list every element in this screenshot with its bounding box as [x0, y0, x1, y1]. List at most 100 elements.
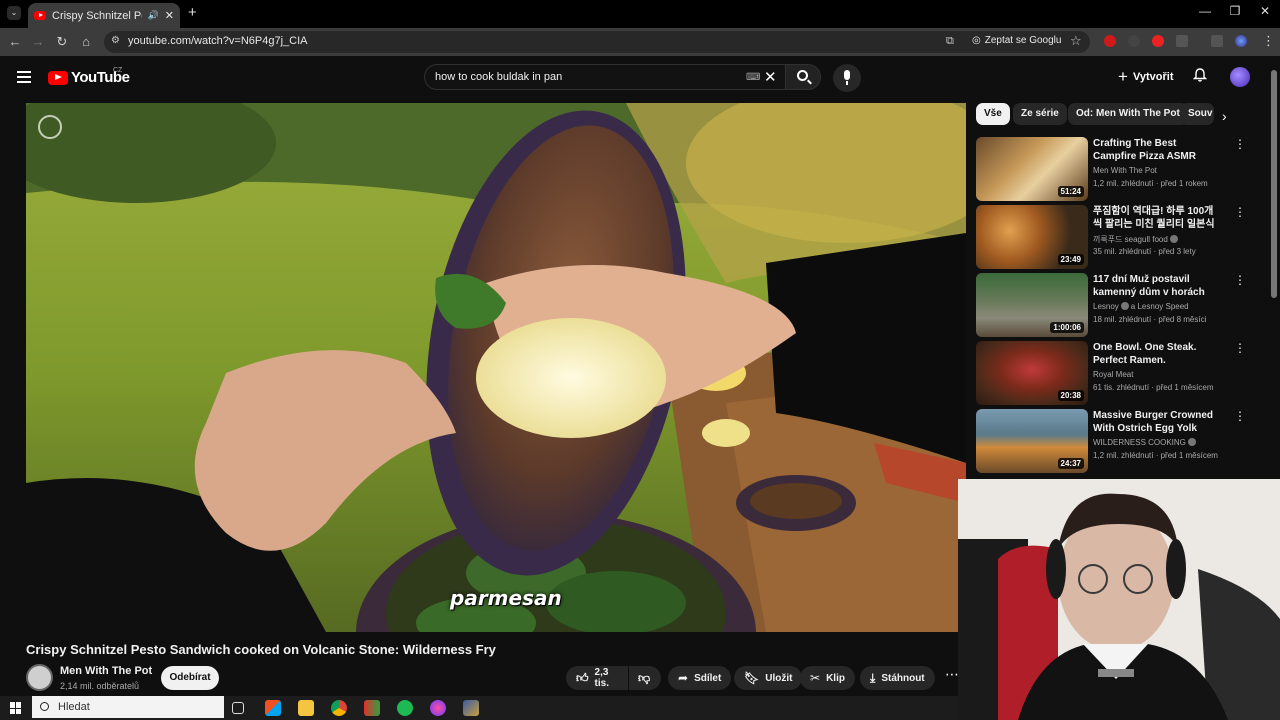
recommendation-item[interactable]: 51:24 Crafting The Best Campfire Pizza A…: [976, 137, 1266, 201]
download-label: Stáhnout: [881, 672, 925, 684]
chip-all[interactable]: Vše: [976, 103, 1010, 125]
dislike-button[interactable]: 👎︎: [629, 666, 661, 690]
back-icon[interactable]: ←: [7, 34, 23, 50]
recommendation-meta: 18 mil. zhlédnutí · před 8 měsíci: [1093, 315, 1207, 324]
voice-search-button[interactable]: [833, 64, 861, 92]
messenger-icon[interactable]: [430, 700, 446, 716]
recommendation-channel[interactable]: Men With The Pot: [1093, 166, 1157, 175]
recommendation-item[interactable]: 23:49 푸짐함이 역대급! 하루 100개씩 팔리는 미친 퀄리티 일본식 …: [976, 205, 1266, 269]
recommendation-menu-icon[interactable]: ⋮: [1234, 409, 1246, 423]
account-avatar[interactable]: [1230, 67, 1250, 87]
recommendation-channel-row: WILDERNESS COOKING: [1093, 438, 1198, 447]
tab-title: Crispy Schnitzel Pesto Sand: [52, 9, 142, 22]
chip-related[interactable]: Souv: [1180, 103, 1214, 125]
extension-feather-icon[interactable]: [1128, 35, 1140, 47]
recommendation-item[interactable]: 20:38 One Bowl. One Steak. Perfect Ramen…: [976, 341, 1266, 405]
reload-icon[interactable]: ↻: [54, 34, 70, 50]
extension-red-icon[interactable]: [1104, 35, 1116, 47]
recommendation-title[interactable]: One Bowl. One Steak. Perfect Ramen.: [1093, 341, 1221, 367]
video-thumbnail[interactable]: 20:38: [976, 341, 1088, 405]
recommendation-item[interactable]: 1:00:06 117 dní Muž postavil kamenný dům…: [976, 273, 1266, 337]
create-button[interactable]: + Vytvořit: [1118, 67, 1173, 87]
chrome-icon[interactable]: [331, 700, 347, 716]
recommendation-item[interactable]: 24:37 Massive Burger Crowned With Ostric…: [976, 409, 1266, 473]
close-window-icon[interactable]: ✕: [1250, 4, 1280, 18]
video-thumbnail[interactable]: 51:24: [976, 137, 1088, 201]
channel-name[interactable]: Men With The Pot: [60, 665, 152, 677]
recommendation-title[interactable]: 푸짐함이 역대급! 하루 100개씩 팔리는 미친 퀄리티 일본식 치...: [1093, 205, 1221, 231]
forward-icon[interactable]: →: [30, 34, 46, 50]
profile-avatar-icon[interactable]: [1235, 35, 1247, 47]
recommendation-channel[interactable]: Royal Meat: [1093, 370, 1133, 379]
channel-avatar[interactable]: [26, 664, 53, 691]
recommendation-title[interactable]: Crafting The Best Campfire Pizza ASMR Co…: [1093, 137, 1221, 163]
chip-from-channel[interactable]: Od: Men With The Pot: [1068, 103, 1188, 125]
install-app-icon[interactable]: ⧉: [946, 35, 954, 48]
tab-list-icon[interactable]: ⌄: [7, 6, 21, 20]
browser-tab-active[interactable]: Crispy Schnitzel Pesto Sand 🔊 ✕: [28, 3, 180, 28]
verified-badge-icon: [1187, 438, 1196, 446]
bookmark-icon: 🔖︎: [744, 671, 760, 685]
ask-google-button[interactable]: ◎ Zeptat se Googlu: [972, 35, 1061, 46]
clip-button[interactable]: ✂ Klip: [800, 666, 855, 690]
search-button[interactable]: [785, 64, 821, 90]
more-actions-icon[interactable]: ⋯: [945, 666, 959, 683]
recommendation-title[interactable]: Massive Burger Crowned With Ostrich Egg …: [1093, 409, 1221, 435]
share-button[interactable]: ➦ Sdílet: [668, 666, 732, 690]
extensions-puzzle-icon[interactable]: [1176, 35, 1188, 47]
app-red-icon[interactable]: [364, 700, 380, 716]
taskbar-search-placeholder: Hledat: [58, 701, 90, 713]
search-input-value[interactable]: how to cook buldak in pan: [435, 71, 562, 83]
recommendation-channel[interactable]: 끼룩푸드 seagull food: [1093, 235, 1168, 244]
hamburger-menu-icon[interactable]: [17, 71, 31, 83]
search-input[interactable]: how to cook buldak in pan ⌨ ✕: [424, 64, 786, 90]
recommendation-channel[interactable]: Lesnoy: [1093, 302, 1119, 311]
recommendation-menu-icon[interactable]: ⋮: [1234, 205, 1246, 219]
recommendation-menu-icon[interactable]: ⋮: [1234, 273, 1246, 287]
microsoft-store-icon[interactable]: [265, 700, 281, 716]
home-icon[interactable]: ⌂: [78, 34, 94, 50]
save-button[interactable]: 🔖︎ Uložit: [734, 666, 803, 690]
close-tab-icon[interactable]: ✕: [165, 9, 174, 22]
recommendation-title[interactable]: 117 dní Muž postavil kamenný dům v horác…: [1093, 273, 1221, 299]
speaker-icon[interactable]: 🔊: [148, 10, 159, 21]
url-text[interactable]: youtube.com/watch?v=N6P4g7j_CIA: [128, 35, 307, 47]
video-thumbnail[interactable]: 23:49: [976, 205, 1088, 269]
chip-next-chevron-icon[interactable]: ›: [1222, 108, 1227, 124]
notifications-bell-icon[interactable]: [1193, 68, 1207, 82]
task-view-icon[interactable]: [232, 702, 244, 714]
create-label: Vytvořit: [1132, 71, 1174, 83]
minimize-icon[interactable]: —: [1190, 4, 1220, 18]
page-scrollbar[interactable]: [1271, 70, 1277, 298]
like-button[interactable]: 👍︎ 2,3 tis.: [566, 666, 628, 690]
clear-search-icon[interactable]: ✕: [764, 68, 777, 86]
recommendation-menu-icon[interactable]: ⋮: [1234, 137, 1246, 151]
extension-stop-icon[interactable]: [1152, 35, 1164, 47]
recommendation-menu-icon[interactable]: ⋮: [1234, 341, 1246, 355]
address-bar[interactable]: ⚙ youtube.com/watch?v=N6P4g7j_CIA ⧉ ◎ Ze…: [104, 31, 1090, 53]
recommendation-channel-collab[interactable]: a Lesnoy Speed: [1131, 302, 1189, 311]
site-info-icon[interactable]: ⚙: [111, 35, 120, 46]
download-button[interactable]: ⤓ Stáhnout: [860, 666, 935, 690]
video-thumbnail[interactable]: 1:00:06: [976, 273, 1088, 337]
new-tab-icon[interactable]: +: [188, 4, 197, 21]
ask-google-label: Zeptat se Googlu: [984, 35, 1062, 46]
restore-icon[interactable]: ❐: [1220, 4, 1250, 18]
video-player[interactable]: parmesan: [26, 103, 966, 632]
app-gold-icon[interactable]: [463, 700, 479, 716]
chip-from-series[interactable]: Ze série: [1013, 103, 1067, 125]
subscribe-button[interactable]: Odebírat: [161, 666, 219, 690]
recommendation-channel[interactable]: WILDERNESS COOKING: [1093, 438, 1186, 447]
youtube-header: YouTube CZ how to cook buldak in pan ⌨ ✕…: [0, 56, 1280, 100]
video-thumbnail[interactable]: 24:37: [976, 409, 1088, 473]
browser-menu-icon[interactable]: ⋮: [1262, 33, 1275, 49]
bookmark-star-icon[interactable]: ☆: [1070, 33, 1082, 49]
keyboard-icon[interactable]: ⌨: [746, 72, 760, 83]
spotify-icon[interactable]: [397, 700, 413, 716]
like-count: 2,3 tis.: [594, 667, 609, 689]
reading-list-icon[interactable]: [1211, 35, 1223, 47]
file-explorer-icon[interactable]: [298, 700, 314, 716]
channel-watermark-icon[interactable]: [38, 115, 62, 139]
windows-start-icon[interactable]: [10, 702, 22, 714]
taskbar-search-input[interactable]: Hledat: [32, 696, 224, 718]
